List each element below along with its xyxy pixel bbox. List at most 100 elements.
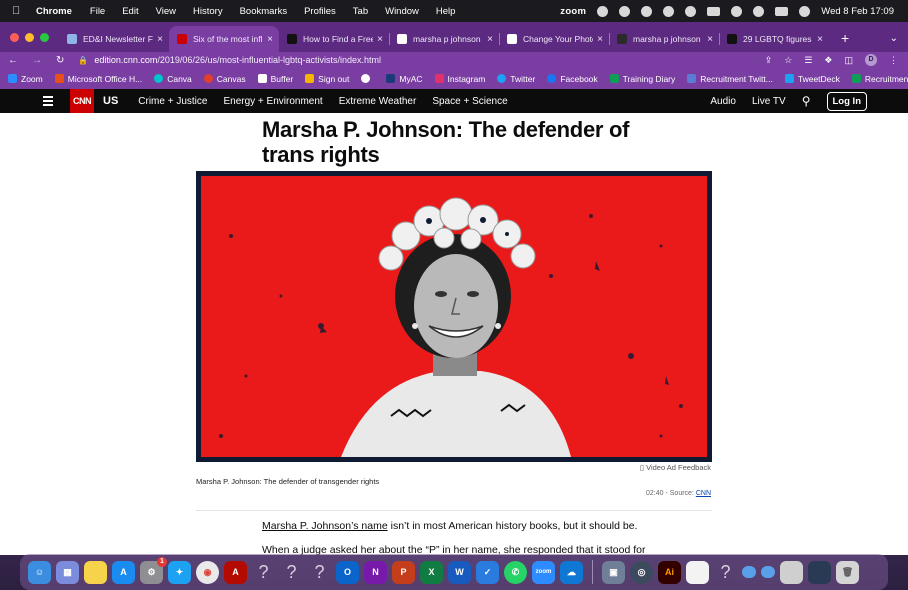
nav-link-extreme-weather[interactable]: Extreme Weather xyxy=(339,96,417,107)
tab-6[interactable]: marsha p johnson | C × xyxy=(609,26,719,52)
trash-icon[interactable]: 🗑 xyxy=(836,560,859,584)
launchpad-icon[interactable]: ▦ xyxy=(56,560,79,584)
bookmark-training-diary[interactable]: Training Diary xyxy=(609,74,675,84)
onenote-icon[interactable]: N xyxy=(364,560,387,584)
menu-file[interactable]: File xyxy=(90,6,105,17)
video-ad-feedback[interactable]: ▯ Video Ad Feedback xyxy=(640,463,711,472)
zoom-status[interactable]: zoom xyxy=(560,6,586,17)
app-menu[interactable]: Chrome xyxy=(36,6,72,17)
menu-help[interactable]: Help xyxy=(436,6,456,17)
preview-icon[interactable]: ▣ xyxy=(602,560,625,584)
bookmark-star-icon[interactable]: ☆ xyxy=(784,55,792,66)
close-window-button[interactable] xyxy=(10,33,19,42)
back-arrow-icon[interactable]: ← xyxy=(8,55,18,66)
bookmark-zoom[interactable]: Zoom xyxy=(8,74,43,84)
menu-view[interactable]: View xyxy=(156,6,176,17)
more-menu-icon[interactable]: ⋮ xyxy=(889,55,898,66)
bookmark-sign-out[interactable]: Sign out xyxy=(305,74,349,84)
url-text[interactable]: edition.cnn.com/2019/06/26/us/most-influ… xyxy=(94,55,381,65)
tab-close-icon[interactable]: × xyxy=(707,34,713,45)
bookmark-instagram[interactable]: Instagram xyxy=(434,74,485,84)
folder-icon[interactable] xyxy=(761,566,775,578)
apple-menu-icon[interactable]:  xyxy=(12,5,26,17)
minimize-window-button[interactable] xyxy=(25,33,34,42)
unknown-app-icon[interactable]: ? xyxy=(308,561,331,584)
video-poster[interactable] xyxy=(201,176,707,457)
document-icon[interactable] xyxy=(686,560,709,584)
zoom-app-icon[interactable]: zoom xyxy=(532,560,555,584)
outlook-icon[interactable]: O xyxy=(336,560,359,584)
clock[interactable]: Wed 8 Feb 17:09 xyxy=(821,6,894,17)
twitter-icon[interactable]: ✦ xyxy=(168,560,191,584)
app-store-icon[interactable]: A xyxy=(112,560,135,584)
bookmark-myac[interactable]: MyAC xyxy=(386,74,423,84)
menu-tab[interactable]: Tab xyxy=(353,6,368,17)
cnn-logo[interactable]: CNN xyxy=(70,89,94,113)
bookmark-buffer[interactable]: Buffer xyxy=(257,74,293,84)
tab-2[interactable]: Six of the most influe × xyxy=(169,26,279,52)
siri-icon[interactable] xyxy=(799,5,811,17)
system-settings-icon[interactable]: ⚙ 1 xyxy=(140,556,167,584)
folder-icon[interactable] xyxy=(742,566,756,578)
illustrator-icon[interactable]: Ai xyxy=(658,560,681,584)
acrobat-icon[interactable]: A xyxy=(224,560,247,584)
marsha-link[interactable]: Marsha P. Johnson’s name xyxy=(262,520,388,532)
spotlight-search-icon[interactable] xyxy=(753,5,765,17)
tab-4[interactable]: marsha p johnson | D × xyxy=(389,26,499,52)
bookmark-canva[interactable]: Canva xyxy=(154,74,192,84)
unknown-app-icon[interactable]: ? xyxy=(714,561,737,584)
tab-1[interactable]: ED&I Newsletter Febr × xyxy=(59,26,169,52)
nav-link-energy-environment[interactable]: Energy + Environment xyxy=(223,96,322,107)
side-panel-icon[interactable]: ◫ xyxy=(844,55,853,66)
unknown-app-icon[interactable]: ? xyxy=(280,561,303,584)
tab-close-icon[interactable]: × xyxy=(157,34,163,45)
nav-link-crime-justice[interactable]: Crime + Justice xyxy=(138,96,207,107)
bookmark-tweetdeck[interactable]: TweetDeck xyxy=(784,74,840,84)
bookmark-facebook[interactable]: Facebook xyxy=(547,74,598,84)
section-title[interactable]: US xyxy=(103,95,118,107)
bookmark-twitter[interactable]: Twitter xyxy=(497,74,535,84)
tab-close-icon[interactable]: × xyxy=(377,34,383,45)
wifi-icon[interactable] xyxy=(731,5,743,17)
hamburger-menu-icon[interactable] xyxy=(43,96,53,106)
bookmark-recruitment-twitter[interactable]: Recruitment Twitt... xyxy=(687,74,773,84)
menu-window[interactable]: Window xyxy=(385,6,419,17)
notes-icon[interactable] xyxy=(84,560,107,584)
layers-extension-icon[interactable]: ☰ xyxy=(804,55,812,66)
play-icon[interactable] xyxy=(663,5,675,17)
chrome-icon[interactable]: ◉ xyxy=(196,560,219,584)
control-center-icon[interactable] xyxy=(775,6,789,16)
tab-close-icon[interactable]: × xyxy=(267,34,273,45)
address-bar[interactable]: 🔒 edition.cnn.com/2019/06/26/us/most-inf… xyxy=(78,55,764,65)
menu-bookmarks[interactable]: Bookmarks xyxy=(240,6,288,17)
bookmark-globe[interactable] xyxy=(361,74,374,83)
user-icon[interactable] xyxy=(685,5,697,17)
login-button[interactable]: Log In xyxy=(826,91,867,111)
extensions-puzzle-icon[interactable]: ❖ xyxy=(824,55,832,66)
menu-history[interactable]: History xyxy=(193,6,223,17)
tab-close-icon[interactable]: × xyxy=(597,34,603,45)
menu-edit[interactable]: Edit xyxy=(122,6,138,17)
menu-profiles[interactable]: Profiles xyxy=(304,6,336,17)
tasks-icon[interactable]: ✓ xyxy=(476,560,499,584)
shield-icon[interactable] xyxy=(641,5,653,17)
creative-cloud-icon[interactable] xyxy=(597,5,609,17)
fullscreen-window-button[interactable] xyxy=(40,33,49,42)
video-player[interactable] xyxy=(196,171,712,462)
word-icon[interactable]: W xyxy=(448,560,471,584)
profile-avatar[interactable]: D xyxy=(865,54,877,66)
tab-search-chevron-down-icon[interactable]: ⌄ xyxy=(890,33,898,44)
live-tv-link[interactable]: Live TV xyxy=(752,96,786,107)
tab-close-icon[interactable]: × xyxy=(817,34,823,45)
screen-thumbnail-icon[interactable] xyxy=(808,560,831,584)
new-tab-button[interactable]: + xyxy=(841,30,849,46)
tab-close-icon[interactable]: × xyxy=(487,34,493,45)
quicktime-icon[interactable]: ◎ xyxy=(630,560,653,584)
search-icon[interactable]: ⚲ xyxy=(802,94,811,108)
whatsapp-icon[interactable]: ✆ xyxy=(504,560,527,584)
battery-icon[interactable] xyxy=(707,6,721,16)
finder-icon[interactable]: ☺ xyxy=(28,560,51,584)
tab-3[interactable]: How to Find a Free C × xyxy=(279,26,389,52)
tab-7[interactable]: 29 LGBTQ figures fro × xyxy=(719,26,829,52)
excel-icon[interactable]: X xyxy=(420,560,443,584)
